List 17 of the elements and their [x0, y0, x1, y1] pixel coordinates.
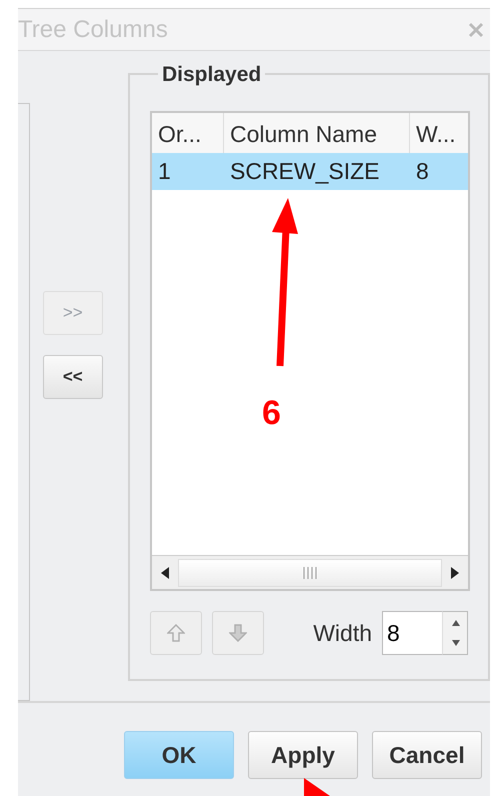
down-arrow-icon	[229, 624, 247, 642]
table-row[interactable]: 1 SCREW_SIZE 8	[152, 153, 468, 190]
grip-icon	[303, 566, 317, 578]
annotation-number: 6	[262, 393, 281, 434]
table-cell-text: SCREW_SIZE	[229, 157, 381, 186]
table-cell-text: 8	[415, 157, 430, 186]
cancel-button[interactable]: Cancel	[372, 731, 482, 779]
table-cell-text: 1	[157, 157, 172, 186]
ok-button[interactable]: OK	[124, 731, 234, 779]
width-field[interactable]: 8	[382, 611, 442, 655]
column-header[interactable]: W...	[410, 113, 468, 153]
apply-button[interactable]: Apply	[248, 731, 358, 779]
remove-button[interactable]: <<	[42, 355, 103, 399]
scroll-right-icon[interactable]	[451, 566, 459, 578]
width-label: Width	[313, 618, 372, 648]
up-arrow-icon	[167, 624, 185, 642]
scroll-left-icon[interactable]	[161, 566, 169, 578]
